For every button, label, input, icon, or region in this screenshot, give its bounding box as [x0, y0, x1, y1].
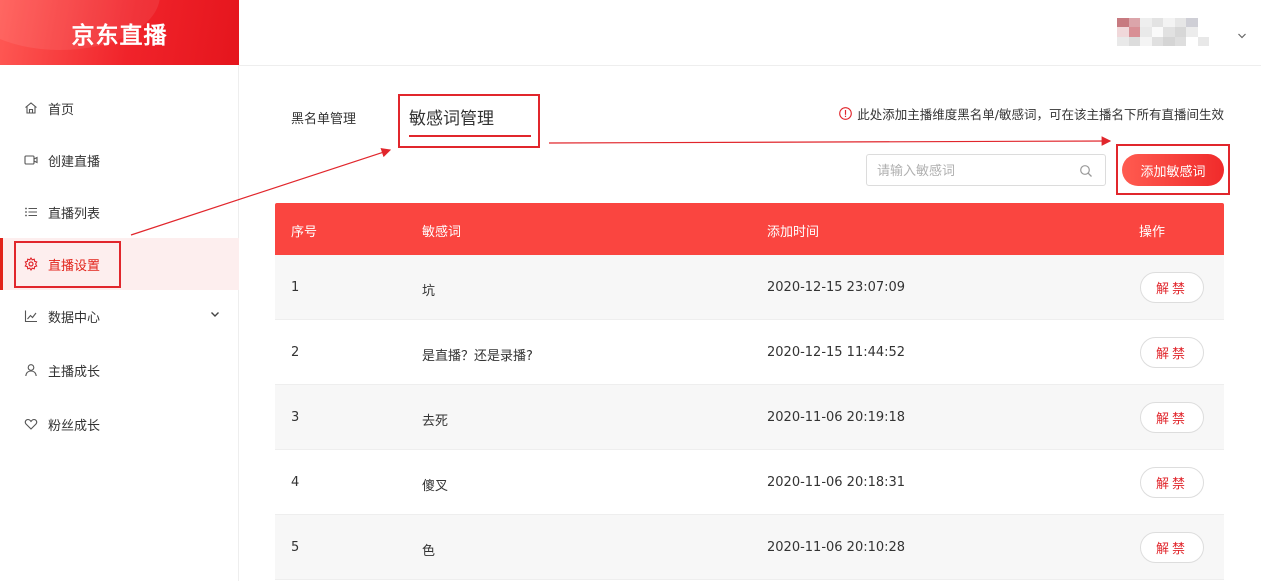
- avatar[interactable]: [1117, 18, 1209, 46]
- unban-button[interactable]: 解禁: [1140, 467, 1204, 498]
- unban-button[interactable]: 解禁: [1140, 272, 1204, 303]
- logo-text: 京东直播: [71, 22, 168, 49]
- gear-icon: [24, 257, 38, 271]
- notice-text: 此处添加主播维度黑名单/敏感词，可在该主播名下所有直播间生效: [839, 104, 1224, 123]
- tab-active-indicator: [409, 135, 531, 137]
- row-time: 2020-11-06 20:10:28: [767, 540, 906, 555]
- unban-button[interactable]: 解禁: [1140, 402, 1204, 433]
- sidebar-item-live-settings[interactable]: 直播设置: [0, 238, 239, 290]
- logo[interactable]: 京东直播: [0, 0, 239, 65]
- list-icon: [24, 205, 38, 219]
- row-word: 是直播？还是录播?: [422, 349, 533, 364]
- top-header: [239, 0, 1261, 66]
- add-sensitive-word-button[interactable]: 添加敏感词: [1122, 154, 1224, 186]
- row-time: 2020-11-06 20:18:31: [767, 475, 906, 490]
- row-time: 2020-12-15 23:07:09: [767, 280, 906, 295]
- sidebar-item-home[interactable]: 首页: [0, 82, 239, 134]
- row-time: 2020-11-06 20:19:18: [767, 410, 906, 425]
- sidebar-item-label: 直播设置: [48, 258, 101, 274]
- column-header-index: 序号: [291, 225, 318, 240]
- home-icon: [24, 101, 38, 115]
- unban-button[interactable]: 解禁: [1140, 532, 1204, 563]
- sidebar: 京东直播 首页 创建直播 直播列表 直播设置 数据中心 主播成长 粉丝成长: [0, 0, 239, 581]
- search-icon[interactable]: [1079, 163, 1093, 182]
- video-camera-icon: [24, 153, 38, 167]
- tab-sensitive-words[interactable]: 敏感词管理: [409, 104, 494, 129]
- table-row: 5 色 2020-11-06 20:10:28 解禁: [275, 515, 1224, 580]
- sensitive-words-table: 序号 敏感词 添加时间 操作 1 坑 2020-12-15 23:07:09 解…: [275, 203, 1224, 580]
- notice-label: 此处添加主播维度黑名单/敏感词，可在该主播名下所有直播间生效: [857, 107, 1224, 122]
- tab-blacklist[interactable]: 黑名单管理: [291, 108, 356, 127]
- table-header: 序号 敏感词 添加时间 操作: [275, 203, 1224, 255]
- column-header-word: 敏感词: [422, 225, 462, 240]
- row-index: 3: [291, 410, 300, 425]
- sidebar-item-live-list[interactable]: 直播列表: [0, 186, 239, 238]
- arrow-to-add-button: [548, 136, 1112, 146]
- table-row: 2 是直播？还是录播? 2020-12-15 11:44:52 解禁: [275, 320, 1224, 385]
- info-icon: [839, 107, 853, 120]
- sidebar-item-fan-growth[interactable]: 粉丝成长: [0, 398, 239, 450]
- table-row: 4 傻叉 2020-11-06 20:18:31 解禁: [275, 450, 1224, 515]
- row-index: 4: [291, 475, 300, 490]
- sidebar-nav: 首页 创建直播 直播列表 直播设置 数据中心 主播成长 粉丝成长: [0, 82, 239, 450]
- sidebar-item-label: 首页: [48, 102, 75, 118]
- sidebar-item-create-live[interactable]: 创建直播: [0, 134, 239, 186]
- sidebar-item-label: 直播列表: [48, 206, 101, 222]
- sidebar-item-label: 创建直播: [48, 154, 101, 170]
- search-input[interactable]: [877, 161, 1067, 181]
- column-header-time: 添加时间: [767, 225, 820, 240]
- user-icon: [24, 363, 38, 377]
- line-chart-icon: [24, 309, 38, 323]
- search-box: [866, 154, 1106, 186]
- row-word: 去死: [422, 414, 449, 429]
- heart-icon: [24, 417, 38, 431]
- sidebar-item-label: 主播成长: [48, 364, 101, 380]
- sidebar-item-data-center[interactable]: 数据中心: [0, 290, 239, 342]
- chevron-down-icon: [209, 308, 221, 324]
- sidebar-item-label: 数据中心: [48, 310, 101, 326]
- sidebar-item-anchor-growth[interactable]: 主播成长: [0, 342, 239, 398]
- table-row: 3 去死 2020-11-06 20:19:18 解禁: [275, 385, 1224, 450]
- row-word: 坑: [422, 284, 436, 299]
- row-index: 1: [291, 280, 300, 295]
- row-time: 2020-12-15 11:44:52: [767, 345, 906, 360]
- sidebar-item-label: 粉丝成长: [48, 418, 101, 434]
- row-word: 色: [422, 544, 436, 559]
- chevron-down-icon[interactable]: [1237, 26, 1247, 45]
- row-index: 2: [291, 345, 300, 360]
- table-row: 1 坑 2020-12-15 23:07:09 解禁: [275, 255, 1224, 320]
- row-word: 傻叉: [422, 479, 449, 494]
- unban-button[interactable]: 解禁: [1140, 337, 1204, 368]
- row-index: 5: [291, 540, 300, 555]
- column-header-action: 操作: [1139, 225, 1166, 240]
